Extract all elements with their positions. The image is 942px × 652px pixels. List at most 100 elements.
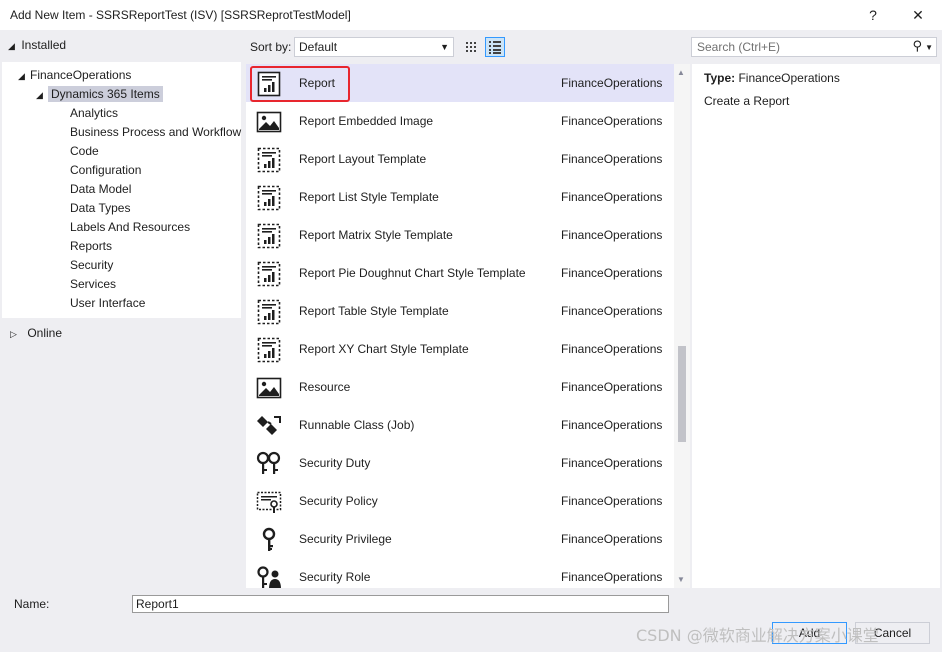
type-key: Type: (704, 71, 736, 85)
tree-item-data-types[interactable]: Data Types (70, 199, 130, 217)
item-name: Report Pie Doughnut Chart Style Template (299, 266, 526, 280)
tree-item-label: Business Process and Workflow (70, 125, 242, 139)
tree-item-label: User Interface (70, 296, 146, 310)
tree-item-label: FinanceOperations (30, 68, 132, 82)
list-item[interactable]: Resource FinanceOperations (246, 368, 674, 406)
item-language: FinanceOperations (561, 190, 663, 204)
tree-item-label: Configuration (70, 163, 142, 177)
highlight-annotation-box (250, 66, 350, 102)
report-template-icon (256, 185, 282, 211)
list-item[interactable]: Report List Style Template FinanceOperati… (246, 178, 674, 216)
tree-item-data-model[interactable]: Data Model (70, 180, 131, 198)
item-name: Security Role (299, 570, 371, 584)
small-icons-view-button[interactable] (461, 37, 481, 57)
installed-section-header[interactable]: ◢ Installed (8, 38, 66, 54)
tree-item-dynamics-365-items[interactable]: ◢ Dynamics 365 Items (36, 85, 163, 103)
list-item[interactable]: Security Policy FinanceOperations (246, 482, 674, 520)
tree-item-analytics[interactable]: Analytics (70, 104, 118, 122)
title-bar: Add New Item - SSRSReportTest (ISV) [SSR… (0, 0, 942, 30)
search-placeholder: Search (Ctrl+E) (697, 40, 781, 54)
search-options-arrow-icon[interactable]: ▼ (925, 41, 933, 55)
scrollbar-thumb[interactable] (678, 346, 686, 442)
item-language: FinanceOperations (561, 304, 663, 318)
tree-item-configuration[interactable]: Configuration (70, 161, 141, 179)
list-item[interactable]: Report Pie Doughnut Chart Style Template… (246, 254, 674, 292)
runnable-class-icon (256, 413, 282, 439)
item-language: FinanceOperations (561, 76, 663, 90)
list-item[interactable]: Security Role FinanceOperations (246, 558, 674, 588)
item-name: Resource (299, 380, 351, 394)
list-item[interactable]: Report Embedded Image FinanceOperations (246, 102, 674, 140)
item-details-panel: Type: FinanceOperations Create a Report (692, 64, 940, 588)
tree-item-business-process-and-workflow[interactable]: Business Process and Workflow (70, 123, 241, 141)
tree-item-label: Code (70, 144, 99, 158)
item-description: Create a Report (704, 94, 790, 108)
tree-item-reports[interactable]: Reports (70, 237, 112, 255)
key-icon (256, 527, 282, 553)
tree-item-label: Data Model (70, 182, 132, 196)
installed-label: Installed (21, 38, 67, 52)
report-template-icon (256, 299, 282, 325)
item-name: Security Duty (299, 456, 371, 470)
list-item[interactable]: Report Table Style Template FinanceOperat… (246, 292, 674, 330)
tree-item-user-interface[interactable]: User Interface (70, 294, 145, 312)
watermark-text: CSDN @微软商业解决方案小课堂 (636, 626, 879, 645)
scroll-down-icon[interactable]: ▼ (677, 575, 685, 584)
sort-by-value: Default (299, 40, 338, 54)
item-language: FinanceOperations (561, 494, 663, 508)
item-name: Security Privilege (299, 532, 392, 546)
collapsed-triangle-icon: ▷ (10, 329, 17, 339)
tree-item-label: Reports (70, 239, 113, 253)
report-template-icon (256, 147, 282, 173)
report-template-icon (256, 223, 282, 249)
list-item[interactable]: Report Layout Template FinanceOperations (246, 140, 674, 178)
name-label: Name: (14, 597, 50, 611)
list-item[interactable]: Security Duty FinanceOperations (246, 444, 674, 482)
image-icon (256, 109, 282, 135)
expand-triangle-icon: ◢ (36, 90, 43, 100)
list-item[interactable]: Security Privilege FinanceOperations (246, 520, 674, 558)
tree-item-label: Analytics (70, 106, 119, 120)
item-language: FinanceOperations (561, 228, 663, 242)
item-language: FinanceOperations (561, 532, 663, 546)
sort-by-dropdown[interactable]: Default ▼ (294, 37, 454, 57)
help-button[interactable]: ? (858, 4, 888, 26)
list-item[interactable]: Runnable Class (Job) FinanceOperations (246, 406, 674, 444)
tree-item-label: Labels And Resources (70, 220, 191, 234)
tree-item-labels-and-resources[interactable]: Labels And Resources (70, 218, 190, 236)
list-view-button[interactable] (485, 37, 505, 57)
close-button[interactable]: ✕ (903, 4, 933, 26)
item-name: Report Table Style Template (299, 304, 449, 318)
item-language: FinanceOperations (561, 380, 663, 394)
tree-item-services[interactable]: Services (70, 275, 116, 293)
report-template-icon (256, 337, 282, 363)
tree-item-label: Security (70, 258, 114, 272)
item-language: FinanceOperations (561, 456, 663, 470)
search-input[interactable]: Search (Ctrl+E) ⚲ ▼ (691, 37, 937, 57)
sort-by-label: Sort by: (250, 40, 292, 54)
tree-item-online[interactable]: ▷ Online (10, 324, 62, 342)
tree-item-financeoperations[interactable]: ◢ FinanceOperations (18, 66, 131, 84)
tree-item-label: Dynamics 365 Items (48, 86, 163, 102)
tree-item-security[interactable]: Security (70, 256, 113, 274)
item-language: FinanceOperations (561, 570, 663, 584)
type-row: Type: FinanceOperations (704, 71, 840, 85)
item-language: FinanceOperations (561, 114, 663, 128)
item-list-scrollbar[interactable]: ▲ ▼ (674, 64, 690, 588)
item-name: Report List Style Template (299, 190, 439, 204)
tree-item-code[interactable]: Code (70, 142, 99, 160)
window-title: Add New Item - SSRSReportTest (ISV) [SSR… (10, 8, 351, 22)
item-language: FinanceOperations (561, 342, 663, 356)
list-item[interactable]: Report XY Chart Style Template FinanceOpe… (246, 330, 674, 368)
name-input[interactable]: Report1 (132, 595, 669, 613)
list-item[interactable]: Report Matrix Style Template FinanceOpera… (246, 216, 674, 254)
item-name: Report Layout Template (299, 152, 427, 166)
item-template-list: Report FinanceOperations Report Embedded I… (246, 64, 674, 588)
item-name: Report Matrix Style Template (299, 228, 453, 242)
grid-view-icon (466, 42, 476, 52)
security-duty-icon (256, 451, 282, 477)
search-icon: ⚲ (912, 38, 922, 53)
scroll-up-icon[interactable]: ▲ (677, 68, 685, 77)
tree-item-label: Data Types (70, 201, 131, 215)
image-icon (256, 375, 282, 401)
